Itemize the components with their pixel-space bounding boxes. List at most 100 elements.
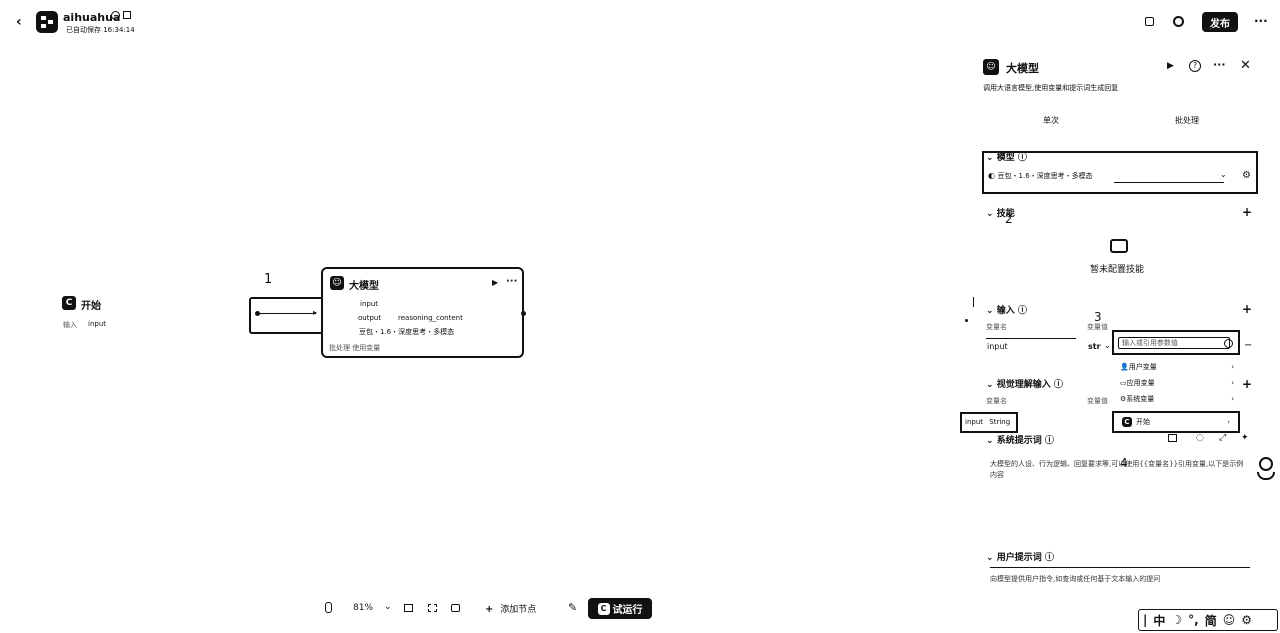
- tab-batch[interactable]: 批处理: [1175, 115, 1199, 126]
- input-value-field[interactable]: 输入或引用参数值: [1112, 330, 1240, 355]
- start-icon: C: [1122, 417, 1132, 427]
- start-node[interactable]: C 开始 输入 input: [58, 292, 198, 342]
- help-icon[interactable]: ?: [1189, 60, 1201, 72]
- play-icon[interactable]: ▶: [492, 278, 498, 287]
- var-name-underline: [986, 338, 1076, 339]
- ime-caret: |: [1143, 613, 1148, 627]
- user-prompt-label: 用户提示词: [996, 553, 1042, 563]
- add-visual-icon[interactable]: +: [1242, 377, 1252, 391]
- canvas-dot: [965, 319, 968, 322]
- model-icon: ◐: [988, 171, 998, 180]
- user-prompt-text[interactable]: 向模型提供用户指令,如查询或任何基于文本输入的提问: [990, 574, 1245, 585]
- chevron-down-icon: ⌄: [986, 436, 997, 446]
- expand-icon[interactable]: ⤢: [1219, 433, 1226, 443]
- system-prompt-title[interactable]: ⌄ 系统提示词 ⓘ: [986, 433, 1054, 446]
- tab-single[interactable]: 单次: [1043, 115, 1059, 126]
- chevron-down-icon: ⌄: [986, 380, 997, 390]
- assistant-avatar[interactable]: [1256, 457, 1276, 483]
- more-icon[interactable]: ···: [506, 276, 517, 287]
- llm-node-output-2: reasoning_content: [398, 314, 463, 322]
- chevron-down-icon: ⌄: [1220, 170, 1227, 179]
- chevron-down-icon[interactable]: ⌄: [384, 602, 392, 612]
- start-node-field-value: input: [88, 320, 107, 328]
- ime-bar[interactable]: | 中 ☽ °, 简 ☺ ⚙: [1138, 609, 1278, 631]
- add-node-label: 添加节点: [500, 605, 537, 615]
- input-label: 输入: [996, 306, 1015, 316]
- dropdown-item-app-vars[interactable]: ▭ 应用变量 ›: [1120, 378, 1234, 388]
- llm-node-out-port[interactable]: [521, 311, 526, 316]
- punctuation-icon[interactable]: °,: [1188, 613, 1199, 627]
- reference-icon[interactable]: [1224, 339, 1233, 348]
- ai-optimize-icon[interactable]: ✦: [1241, 433, 1249, 443]
- more-icon[interactable]: ···: [1254, 14, 1268, 28]
- add-skill-icon[interactable]: +: [1242, 205, 1252, 219]
- gear-icon[interactable]: ⚙: [1241, 613, 1252, 627]
- add-node-button[interactable]: + 添加节点: [485, 602, 536, 615]
- system-prompt-label: 系统提示词: [996, 436, 1042, 446]
- panel-more-icon[interactable]: ···: [1213, 58, 1226, 71]
- llm-node-output-1: output: [358, 314, 382, 322]
- minimap-icon[interactable]: [404, 604, 413, 612]
- llm-node-icon: ☺: [330, 276, 344, 290]
- mouse-mode-icon[interactable]: [325, 602, 332, 613]
- remove-input-icon[interactable]: −: [1244, 340, 1252, 351]
- history-icon[interactable]: [1173, 16, 1184, 27]
- chevron-right-icon: ›: [1231, 379, 1234, 387]
- close-icon[interactable]: ✕: [1240, 58, 1251, 73]
- info-icon: ⓘ: [1050, 380, 1063, 390]
- comment-icon[interactable]: [451, 604, 460, 612]
- emoji-icon[interactable]: ☺: [1223, 613, 1236, 627]
- user-icon: 👤: [1120, 363, 1129, 371]
- connector-line: [260, 313, 316, 314]
- chevron-down-icon: ⌄: [986, 209, 997, 219]
- layout-icon[interactable]: [428, 604, 437, 612]
- chevron-right-icon: ›: [1231, 395, 1234, 403]
- info-icon: ⓘ: [1041, 436, 1054, 446]
- panel-play-icon[interactable]: ▶: [1167, 61, 1174, 71]
- zoom-level[interactable]: 81%: [353, 603, 373, 613]
- input-row-type[interactable]: str: [1088, 342, 1101, 351]
- plus-icon: +: [485, 604, 494, 615]
- back-button[interactable]: ‹: [16, 14, 28, 30]
- workflow-icon: [41, 16, 53, 28]
- run-button[interactable]: C 试运行: [588, 598, 652, 619]
- col-var-name: 变量名: [986, 323, 1007, 331]
- run-icon: C: [597, 602, 610, 615]
- add-input-icon[interactable]: +: [1242, 302, 1252, 316]
- model-select[interactable]: ◐ 豆包・1.6・深度思考・多模态 ⌄: [988, 170, 1232, 183]
- copy-icon[interactable]: [1145, 17, 1154, 26]
- dropdown-item-start[interactable]: C 开始 ›: [1112, 411, 1240, 433]
- variable-dropdown: 👤 用户变量 › ▭ 应用变量 › ⚙ 系统变量 › C 开始 ›: [1112, 357, 1240, 435]
- llm-node-footer: 批处理 使用变量: [329, 344, 381, 352]
- llm-node[interactable]: ☺ 大模型 ▶ ··· input output reasoning_conte…: [321, 267, 524, 358]
- ime-script-toggle[interactable]: 简: [1205, 612, 1217, 629]
- input-section-title[interactable]: ⌄ 输入 ⓘ: [986, 303, 1027, 316]
- visual-section-title[interactable]: ⌄ 视觉理解输入 ⓘ: [986, 377, 1063, 390]
- edit-icon[interactable]: [123, 11, 131, 19]
- moon-icon[interactable]: ☽: [1171, 613, 1182, 627]
- chevron-down-icon: ⌄: [986, 553, 997, 563]
- info-icon[interactable]: [111, 11, 120, 20]
- user-prompt-title[interactable]: ⌄ 用户提示词 ⓘ: [986, 550, 1054, 563]
- tools-icon[interactable]: ✎: [568, 601, 577, 614]
- skills-empty-text: 暂未配置技能: [1090, 265, 1145, 275]
- prompt-template-icon[interactable]: [1168, 434, 1177, 442]
- info-icon: ⓘ: [1014, 153, 1027, 163]
- panel-title: 大模型: [1006, 62, 1039, 75]
- chevron-down-icon[interactable]: ⌄: [1104, 341, 1111, 350]
- visual-label: 视觉理解输入: [996, 380, 1051, 390]
- ime-lang-toggle[interactable]: 中: [1153, 612, 1165, 629]
- location-icon[interactable]: ◌: [1196, 433, 1204, 443]
- model-settings-icon[interactable]: ⚙: [1242, 170, 1251, 181]
- llm-node-title: 大模型: [349, 281, 379, 292]
- model-label: 模型: [996, 153, 1015, 163]
- dropdown-item-user-vars[interactable]: 👤 用户变量 ›: [1120, 362, 1234, 372]
- model-underline: [1114, 182, 1224, 183]
- dropdown-item-system-vars[interactable]: ⚙ 系统变量 ›: [1120, 394, 1234, 404]
- system-prompt-text[interactable]: 大模型的人设、行为逻辑、回复要求等,可以使用{{变量名}}引用变量,以下是示例内…: [990, 459, 1245, 481]
- input-row-name[interactable]: input: [987, 342, 1008, 351]
- start-node-field-label: 输入: [63, 321, 77, 329]
- annotation-2: 2: [1005, 212, 1013, 226]
- chevron-right-icon: ›: [1227, 418, 1230, 426]
- publish-button[interactable]: 发布: [1202, 12, 1238, 32]
